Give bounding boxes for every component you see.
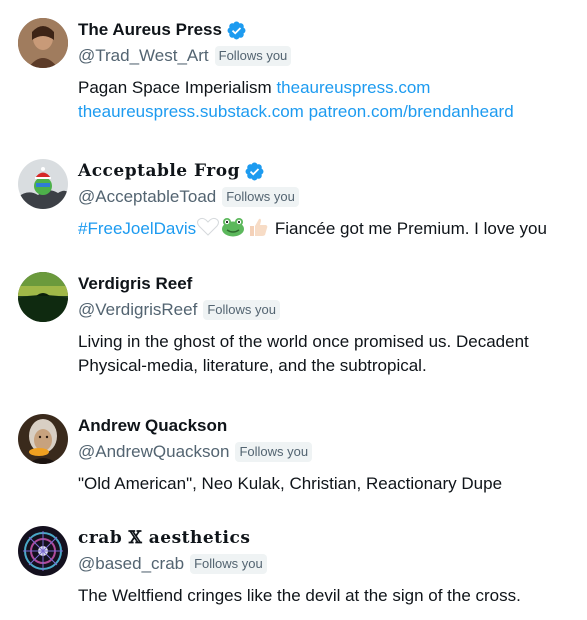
bio-text: "Old American", Neo Kulak, Christian, Re… <box>78 474 503 493</box>
display-name[interactable]: Verdigris Reef <box>78 274 192 294</box>
white-heart-emoji <box>197 217 220 236</box>
follows-you-badge: Follows you <box>214 46 292 66</box>
bio-text: Pagan Space Imperialism <box>78 78 277 97</box>
follower-list: The Aureus Press @Trad_West_Art Follows … <box>0 0 587 620</box>
handle-row: @AcceptableToad Follows you <box>78 186 299 208</box>
avatar[interactable] <box>18 526 68 576</box>
frog-emoji <box>222 218 245 237</box>
follows-you-badge: Follows you <box>190 554 267 574</box>
display-name-row: Verdigris Reef <box>78 272 192 296</box>
user-bio: Living in the ghost of the world once pr… <box>78 330 529 378</box>
user-handle[interactable]: @AcceptableToad <box>78 187 216 207</box>
user-cell[interactable]: The Aureus Press @Trad_West_Art Follows … <box>0 18 587 128</box>
bio-hashtag[interactable]: #FreeJoelDavis <box>78 219 196 238</box>
bio-text: The Weltfiend cringes like the devil at … <box>78 586 521 605</box>
user-bio: The Weltfiend cringes like the devil at … <box>78 584 521 608</box>
verified-badge-icon[interactable] <box>244 161 265 182</box>
user-bio: #FreeJoelDavis Fiancée got me Premium. I… <box>78 217 547 241</box>
follows-you-badge: Follows you <box>203 300 280 320</box>
user-bio: Pagan Space Imperialism theaureuspress.c… <box>78 76 514 124</box>
bio-text: Physical-media, literature, and the subt… <box>78 356 427 375</box>
display-name-row: Andrew Quackson <box>78 414 227 438</box>
handle-row: @VerdigrisReef Follows you <box>78 299 280 321</box>
user-cell[interactable]: Andrew Quackson @AndrewQuackson Follows … <box>0 414 587 504</box>
display-name[interactable]: The Aureus Press <box>78 20 222 40</box>
avatar[interactable] <box>18 18 68 68</box>
display-name[interactable]: Acceptable Frog <box>78 161 240 181</box>
follows-you-badge: Follows you <box>222 187 299 207</box>
avatar[interactable] <box>18 159 68 209</box>
user-bio: "Old American", Neo Kulak, Christian, Re… <box>78 472 502 496</box>
bio-link[interactable]: patreon.com/brendanheard <box>309 102 514 121</box>
user-handle[interactable]: @VerdigrisReef <box>78 300 197 320</box>
user-cell[interactable]: crab 𝕏 aesthetics @based_crab Follows yo… <box>0 526 587 616</box>
user-handle[interactable]: @Trad_West_Art <box>78 46 209 66</box>
user-cell[interactable]: Acceptable Frog @AcceptableToad Follows … <box>0 159 587 249</box>
handle-row: @AndrewQuackson Follows you <box>78 441 313 463</box>
bio-text: Living in the ghost of the world once pr… <box>78 332 529 351</box>
thumbs-up-emoji <box>250 218 268 236</box>
user-handle[interactable]: @based_crab <box>78 554 184 574</box>
follows-you-badge: Follows you <box>235 442 313 462</box>
display-name-row: Acceptable Frog <box>78 159 265 183</box>
display-name-row: crab 𝕏 aesthetics <box>78 526 250 550</box>
user-handle[interactable]: @AndrewQuackson <box>78 442 229 462</box>
bio-link[interactable]: theaureuspress.substack.com <box>78 102 304 121</box>
display-name[interactable]: Andrew Quackson <box>78 416 227 436</box>
user-cell[interactable]: Verdigris Reef @VerdigrisReef Follows yo… <box>0 272 587 382</box>
verified-badge-icon[interactable] <box>226 20 247 41</box>
handle-row: @based_crab Follows you <box>78 553 267 575</box>
avatar[interactable] <box>18 272 68 322</box>
avatar[interactable] <box>18 414 68 464</box>
display-name-row: The Aureus Press <box>78 18 247 42</box>
bio-link[interactable]: theaureuspress.com <box>276 78 430 97</box>
handle-row: @Trad_West_Art Follows you <box>78 45 292 67</box>
display-name[interactable]: crab 𝕏 aesthetics <box>78 528 250 548</box>
bio-text: Fiancée got me Premium. I love you <box>270 219 547 238</box>
